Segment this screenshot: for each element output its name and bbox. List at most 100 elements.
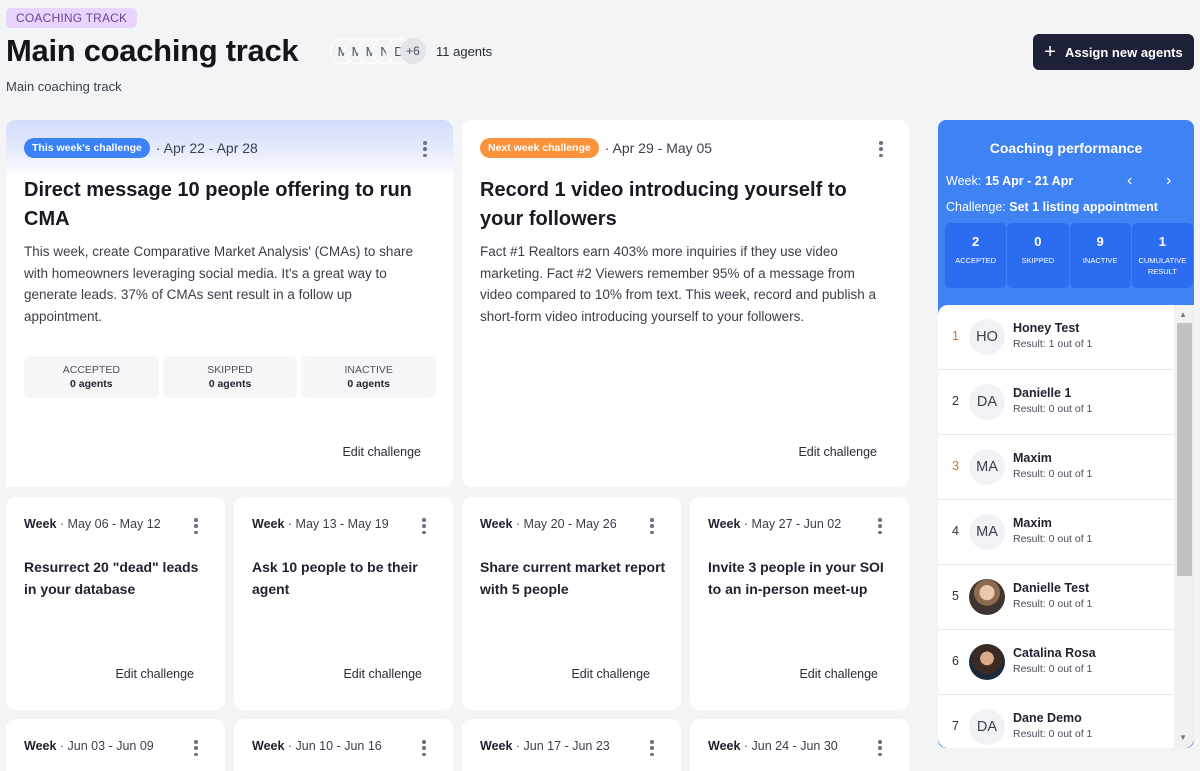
assign-new-agents-button[interactable]: + Assign new agents	[1033, 34, 1194, 70]
perf-stat-inactive: 9 INACTIVE	[1069, 223, 1131, 288]
perf-stat-cumulative: 1 CUMULATIVE RESULT	[1131, 223, 1193, 288]
leaderboard-row[interactable]: 7 DA Dane Demo Result: 0 out of 1	[938, 695, 1174, 748]
stat-inactive: INACTIVE 0 agents	[301, 356, 437, 398]
stat-label: SKIPPED	[207, 364, 253, 376]
week-card: Week · May 13 - May 19 Ask 10 people to …	[234, 497, 453, 710]
challenge-value: Set 1 listing appointment	[1009, 200, 1158, 214]
rank-number: 4	[952, 524, 959, 538]
agent-result: Result: 0 out of 1	[1013, 728, 1093, 740]
stat-accepted: ACCEPTED 0 agents	[24, 356, 159, 398]
more-options-icon[interactable]	[875, 738, 885, 758]
challenge-title: Direct message 10 people offering to run…	[24, 179, 412, 230]
chevron-left-icon[interactable]: ‹	[1127, 172, 1132, 190]
next-week-badge: Next week challenge	[480, 138, 599, 158]
assign-button-label: Assign new agents	[1064, 44, 1183, 60]
perf-stat-skipped: 0 SKIPPED	[1007, 223, 1069, 288]
week-label: Week	[708, 739, 741, 753]
week-label: Week	[480, 517, 513, 531]
more-options-icon[interactable]	[876, 139, 886, 159]
rank-number: 5	[952, 589, 959, 603]
week-card: Week · May 27 - Jun 02 Invite 3 people i…	[690, 497, 909, 710]
week-header: Week · May 06 - May 12	[24, 517, 161, 531]
challenge-title: Share current market report with 5 peopl…	[480, 559, 666, 597]
edit-challenge-link[interactable]: Edit challenge	[571, 667, 650, 681]
edit-challenge-link[interactable]: Edit challenge	[115, 667, 194, 681]
agent-result: Result: 0 out of 1	[1013, 663, 1093, 675]
more-options-icon[interactable]	[647, 738, 657, 758]
week-label: Week	[252, 739, 285, 753]
stat-label: SKIPPED	[1021, 256, 1055, 265]
scrollbar[interactable]: ▲ ▼	[1174, 305, 1194, 748]
agent-count: 11 agents	[436, 43, 493, 59]
week-label: Week:	[946, 174, 982, 188]
edit-challenge-link[interactable]: Edit challenge	[343, 667, 422, 681]
plus-icon: +	[1044, 41, 1056, 63]
challenge-title: Resurrect 20 "dead" leads in your databa…	[24, 559, 199, 597]
date-range: · Apr 29 - May 05	[604, 140, 713, 156]
week-selector: Week: 15 Apr - 21 Apr	[946, 174, 1073, 188]
more-options-icon[interactable]	[191, 738, 201, 758]
rank-number: 1	[952, 329, 959, 343]
more-options-icon[interactable]	[419, 516, 429, 536]
week-range: · May 13 - May 19	[287, 517, 389, 531]
week-label: Week	[480, 739, 513, 753]
week-header: Week · Jun 03 - Jun 09	[24, 739, 154, 753]
scroll-down-icon[interactable]: ▼	[1179, 733, 1187, 742]
more-options-icon[interactable]	[647, 516, 657, 536]
leaderboard-list: 1 HO Honey Test Result: 1 out of 1 2 DA Daniel…	[938, 305, 1174, 748]
performance-stats: 2 ACCEPTED 0 SKIPPED 9 INACTIVE 1 CUMULATIVE…	[945, 223, 1193, 288]
week-card: Week · May 20 - May 26 Share current mar…	[462, 497, 681, 710]
stat-label: ACCEPTED	[955, 256, 997, 265]
agent-result: Result: 1 out of 1	[1013, 338, 1093, 350]
current-challenge-card: This week's challenge · Apr 22 - Apr 28 …	[6, 120, 453, 487]
week-range: · Jun 03 - Jun 09	[59, 739, 154, 753]
leaderboard-row[interactable]: 1 HO Honey Test Result: 1 out of 1	[938, 305, 1174, 370]
week-range: · May 27 - Jun 02	[743, 517, 842, 531]
edit-challenge-link[interactable]: Edit challenge	[798, 445, 877, 459]
stat-label: ACCEPTED	[62, 364, 120, 376]
avatar: MA	[969, 514, 1005, 550]
challenge-title: Invite 3 people in your SOI to an in-per…	[708, 559, 884, 597]
week-header: Week · May 27 - Jun 02	[708, 517, 841, 531]
avatar	[969, 644, 1005, 680]
leaderboard-row[interactable]: 5 Danielle Test Result: 0 out of 1	[938, 565, 1174, 630]
week-label: Week	[24, 517, 57, 531]
more-options-icon[interactable]	[191, 516, 201, 536]
coaching-performance-panel: Coaching performance Week: 15 Apr - 21 Ap…	[938, 120, 1194, 748]
rank-number: 2	[952, 394, 959, 408]
agent-name: Maxim	[1013, 516, 1052, 530]
more-options-icon[interactable]	[420, 139, 430, 159]
agent-result: Result: 0 out of 1	[1013, 403, 1093, 415]
chevron-right-icon[interactable]: ›	[1166, 172, 1171, 190]
scroll-up-icon[interactable]: ▲	[1179, 310, 1187, 319]
more-agents-badge[interactable]: +6	[400, 38, 426, 64]
week-card: Week · May 06 - May 12 Resurrect 20 "dea…	[6, 497, 225, 710]
stat-value: 1	[1158, 234, 1166, 249]
agent-avatars[interactable]: M M M N D +6 11 agents	[330, 38, 492, 64]
week-card: Week · Jun 17 - Jun 23	[462, 719, 681, 771]
this-week-badge: This week's challenge	[24, 138, 150, 158]
leaderboard: 1 HO Honey Test Result: 1 out of 1 2 DA Daniel…	[938, 305, 1194, 748]
more-options-icon[interactable]	[875, 516, 885, 536]
edit-challenge-link[interactable]: Edit challenge	[799, 667, 878, 681]
leaderboard-row[interactable]: 2 DA Danielle 1 Result: 0 out of 1	[938, 370, 1174, 435]
leaderboard-row[interactable]: 6 Catalina Rosa Result: 0 out of 1	[938, 630, 1174, 695]
rank-number: 6	[952, 654, 959, 668]
week-range: · May 20 - May 26	[515, 517, 617, 531]
challenge-description: Fact #1 Realtors earn 403% more inquirie…	[480, 244, 876, 324]
page-subtitle: Main coaching track	[6, 79, 122, 94]
challenge-title: Ask 10 people to be their agent	[252, 559, 418, 597]
week-label: Week	[708, 517, 741, 531]
leaderboard-row[interactable]: 4 MA Maxim Result: 0 out of 1	[938, 500, 1174, 565]
challenge-stats: ACCEPTED 0 agents SKIPPED 0 agents INACT…	[24, 356, 437, 398]
avatar	[969, 579, 1005, 615]
scrollbar-thumb[interactable]	[1177, 323, 1192, 576]
edit-challenge-link[interactable]: Edit challenge	[342, 445, 421, 459]
agent-name: Catalina Rosa	[1013, 646, 1096, 660]
avatar: MA	[969, 449, 1005, 485]
stat-value: 2	[972, 234, 980, 249]
more-options-icon[interactable]	[419, 738, 429, 758]
week-label: Week	[252, 517, 285, 531]
leaderboard-row[interactable]: 3 MA Maxim Result: 0 out of 1	[938, 435, 1174, 500]
week-header: Week · May 13 - May 19	[252, 517, 389, 531]
